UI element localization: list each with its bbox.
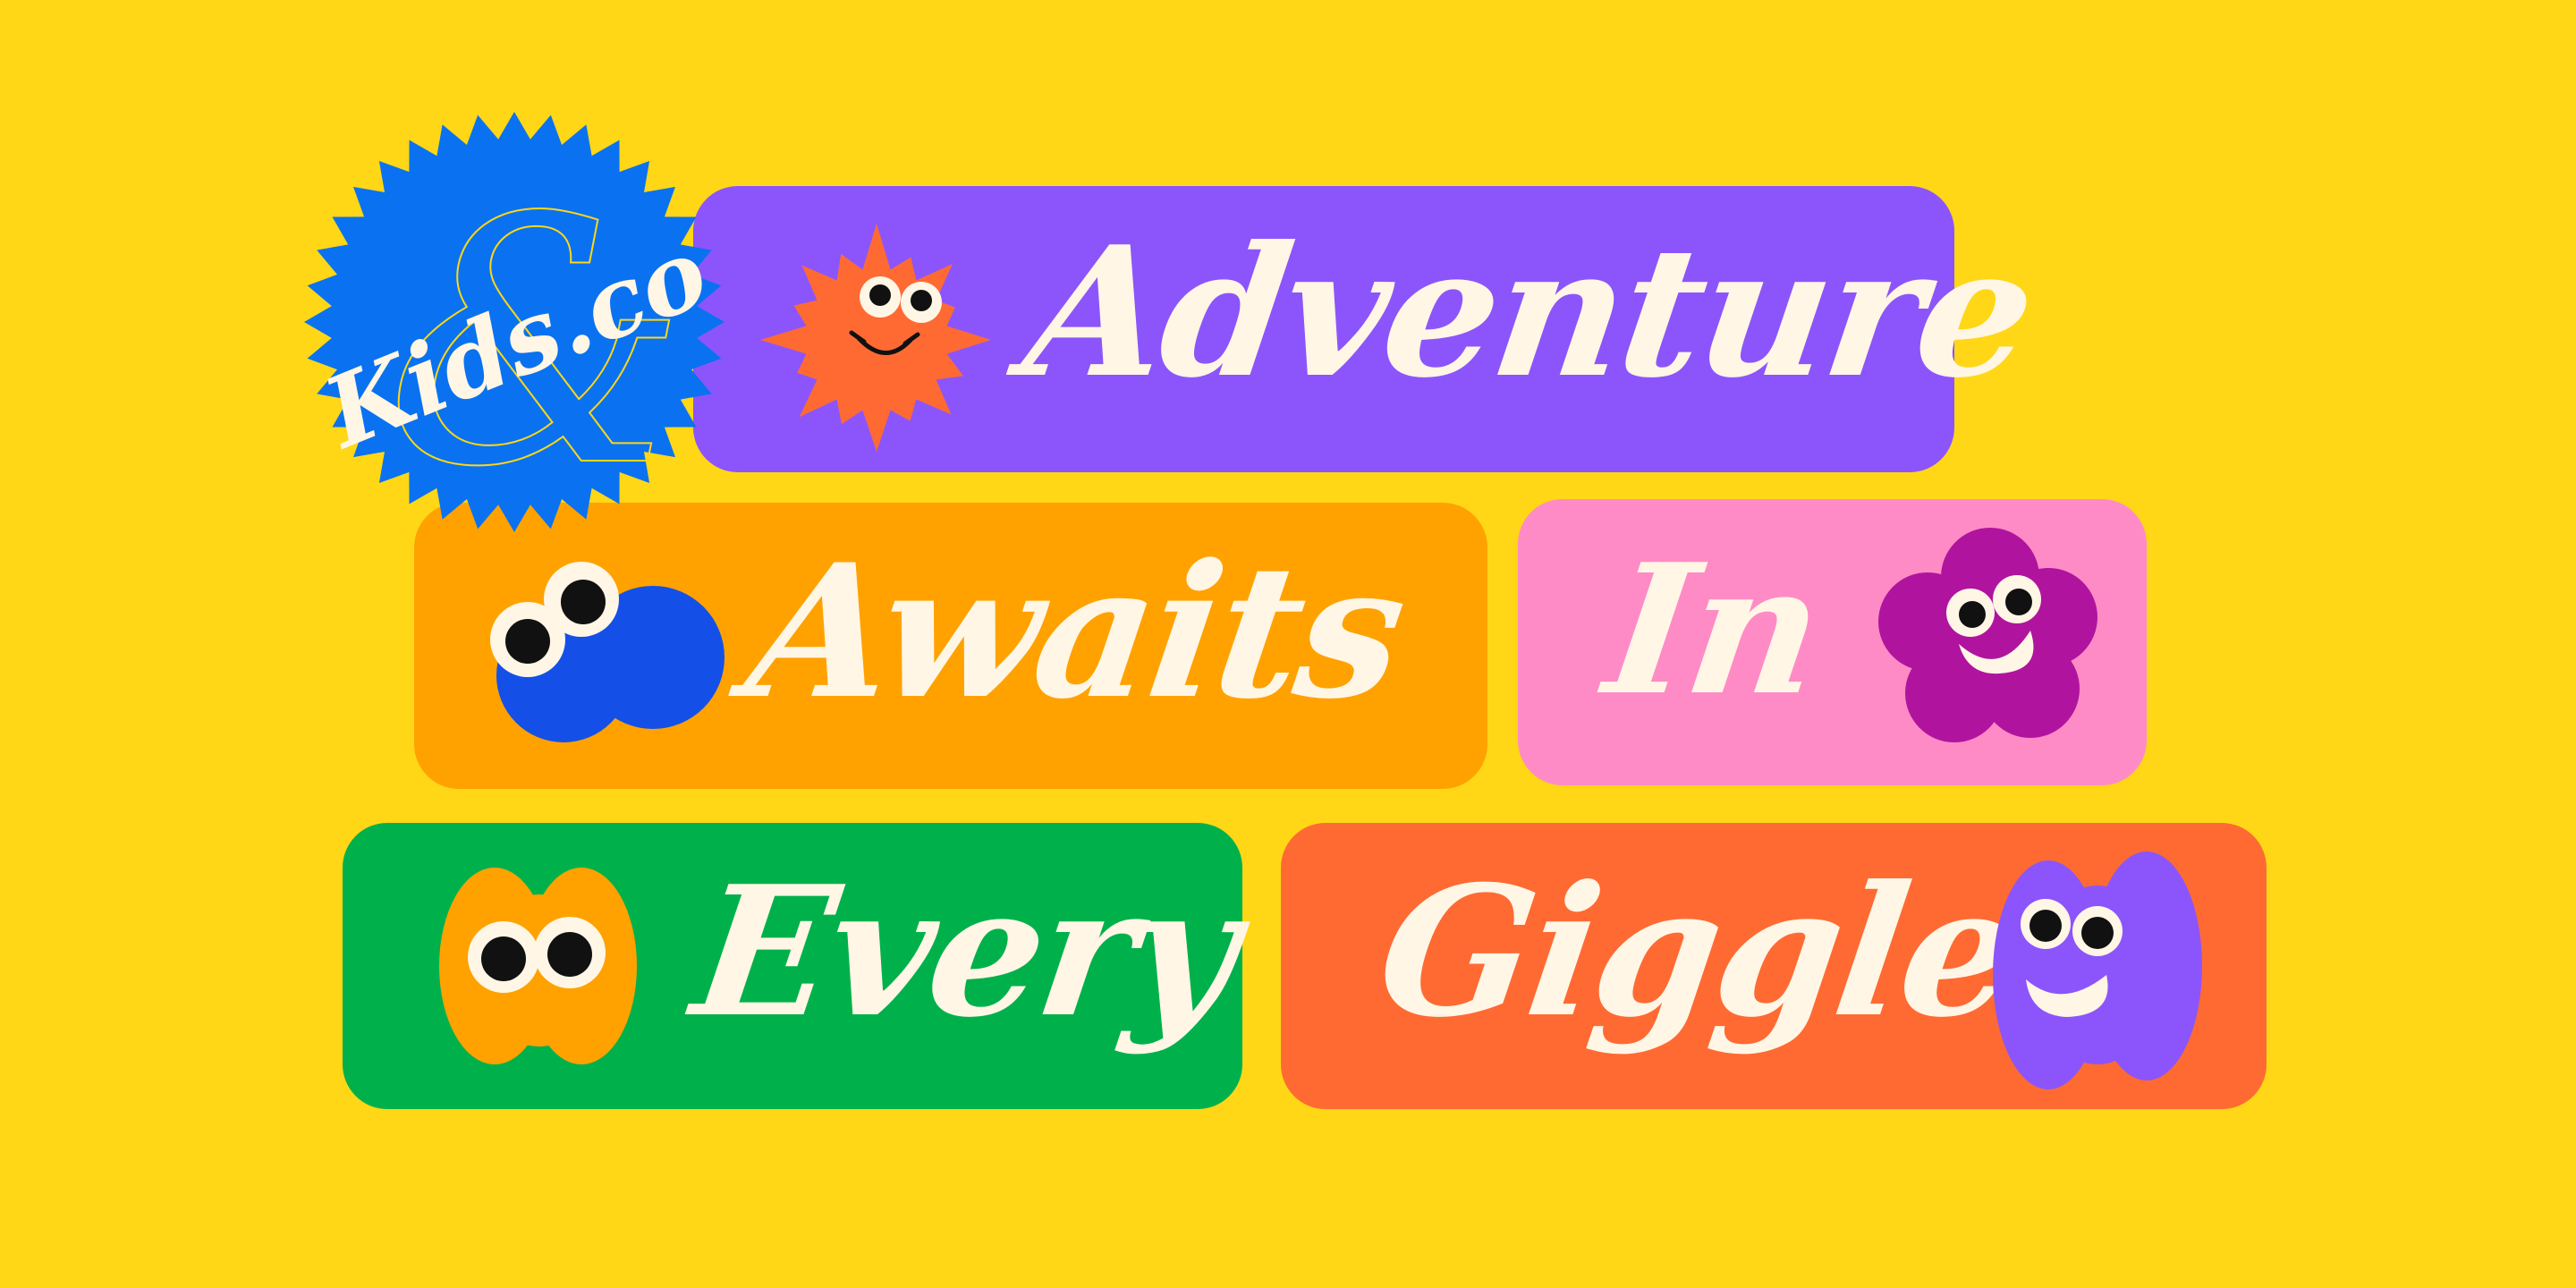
blue-blob-mascot-icon bbox=[490, 562, 724, 742]
word-awaits: Awaits bbox=[736, 525, 1414, 740]
word-in: In bbox=[1595, 525, 1832, 735]
purple-blob-mascot-icon bbox=[1993, 852, 2202, 1089]
word-every: Every bbox=[682, 847, 1248, 1057]
orange-blob-mascot-icon bbox=[439, 868, 637, 1064]
flower-mascot-icon bbox=[1878, 528, 2097, 742]
sun-mascot-icon bbox=[760, 224, 991, 452]
word-adventure: Adventure bbox=[1013, 208, 2044, 418]
kids-co-badge: & Kids.co bbox=[304, 112, 724, 537]
word-giggle: Giggle bbox=[1367, 847, 2029, 1057]
